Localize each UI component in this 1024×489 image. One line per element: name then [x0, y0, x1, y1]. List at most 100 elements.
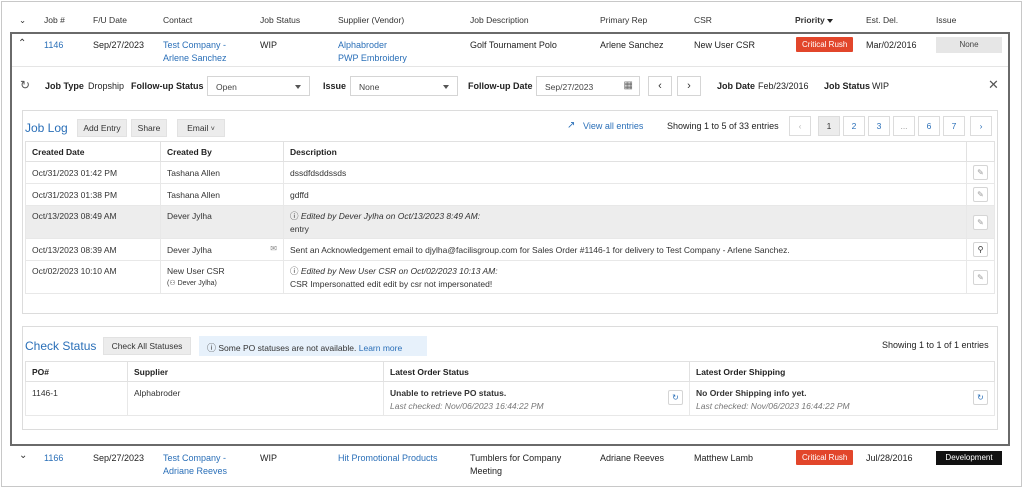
table-row: Oct/02/2023 10:10 AM New User CSR (⚇ Dev…: [25, 260, 995, 294]
refresh-status-icon[interactable]: ↻: [668, 390, 683, 405]
col-fu-date[interactable]: F/U Date: [93, 15, 127, 25]
job-log-table: Created Date Created By Description Oct/…: [25, 141, 995, 294]
job-supplier-link[interactable]: Hit Promotional Products: [338, 453, 438, 463]
search-icon[interactable]: ⚲: [973, 242, 988, 257]
th-created-by[interactable]: Created By: [160, 141, 284, 162]
add-entry-button[interactable]: Add Entry: [77, 119, 127, 137]
entries-count: Showing 1 to 5 of 33 entries: [667, 121, 779, 131]
log-by: Dever Jylha: [160, 205, 284, 239]
table-row: 1146-1 Alphabroder Unable to retrieve PO…: [25, 381, 995, 416]
th-description[interactable]: Description: [283, 141, 967, 162]
job-contact-link-2[interactable]: Arlene Sanchez: [163, 53, 227, 63]
email-icon: ✉: [270, 244, 277, 253]
followup-status-label: Follow-up Status: [131, 81, 204, 91]
pencil-icon[interactable]: ✎: [973, 214, 988, 230]
sort-chevron-icon[interactable]: ⌄: [19, 15, 26, 26]
issue-label: Issue: [323, 81, 347, 91]
page-prev-button[interactable]: ‹: [789, 116, 811, 136]
followup-date-value: Sep/27/2023: [545, 82, 594, 92]
refresh-icon[interactable]: ↻: [20, 78, 30, 92]
col-priority[interactable]: Priority: [795, 15, 825, 25]
issue-badge: Development: [936, 451, 1002, 465]
notice-text: Some PO statuses are not available.: [218, 343, 357, 353]
job-description: Golf Tournament Polo: [470, 40, 557, 50]
page-6-button[interactable]: 6: [918, 116, 940, 136]
job-status-label: Job Status: [824, 81, 871, 91]
issue-select[interactable]: None: [350, 76, 458, 96]
page-next-button[interactable]: ›: [970, 116, 992, 136]
col-contact[interactable]: Contact: [163, 15, 192, 25]
issue-value: None: [359, 82, 380, 92]
job-supplier-link[interactable]: Alphabroder: [338, 40, 387, 50]
log-date: Oct/13/2023 08:39 AM: [25, 238, 161, 261]
table-row: Oct/13/2023 08:39 AM Dever Jylha ✉ Sent …: [25, 238, 995, 261]
chevron-down-icon: ˅: [210, 126, 215, 133]
col-primary-rep[interactable]: Primary Rep: [600, 15, 647, 25]
th-order-shipping[interactable]: Latest Order Shipping: [689, 361, 995, 382]
check-all-statuses-button[interactable]: Check All Statuses: [103, 337, 191, 355]
learn-more-link[interactable]: Learn more: [359, 343, 402, 353]
log-date: Oct/31/2023 01:38 PM: [25, 183, 161, 206]
chevron-down-icon: [295, 85, 301, 89]
email-button[interactable]: Email ˅: [177, 119, 225, 137]
close-icon[interactable]: ✕: [988, 77, 999, 93]
th-created-date[interactable]: Created Date: [25, 141, 161, 162]
pencil-icon[interactable]: ✎: [973, 165, 988, 180]
job-type-value: Dropship: [88, 81, 125, 91]
job-contact-link[interactable]: Test Company -: [163, 453, 226, 463]
followup-status-select[interactable]: Open: [207, 76, 310, 96]
page-7-button[interactable]: 7: [943, 116, 965, 136]
page-3-button[interactable]: 3: [868, 116, 890, 136]
page-ellipsis: ...: [893, 116, 915, 136]
share-button[interactable]: Share: [131, 119, 167, 137]
col-job-num[interactable]: Job #: [44, 15, 65, 25]
log-by-cell: New User CSR (⚇ Dever Jylha): [160, 260, 284, 294]
po-number-link[interactable]: 1146-1: [25, 381, 128, 416]
job-number-link[interactable]: 1146: [44, 40, 63, 50]
col-csr[interactable]: CSR: [694, 15, 712, 25]
job-contact-link-2[interactable]: Adriane Reeves: [163, 466, 227, 476]
col-description[interactable]: Job Description: [470, 15, 529, 25]
followup-date-label: Follow-up Date: [468, 81, 533, 91]
log-desc: Sent an Acknowledgement email to djylha@…: [283, 238, 967, 261]
email-label: Email: [187, 123, 209, 133]
job-status: WIP: [260, 453, 277, 463]
priority-badge: Critical Rush: [796, 450, 854, 465]
col-supplier[interactable]: Supplier (Vendor): [338, 15, 404, 25]
job-primary-rep: Adriane Reeves: [600, 453, 665, 463]
th-supplier[interactable]: Supplier: [127, 361, 384, 382]
th-po[interactable]: PO#: [25, 361, 128, 382]
col-est-del[interactable]: Est. Del.: [866, 15, 898, 25]
priority-badge: Critical Rush: [796, 37, 854, 52]
job-log-panel: Job Log Add Entry Share Email ˅ ↗ View a…: [22, 110, 998, 314]
followup-date-input[interactable]: Sep/27/2023 ▦: [536, 76, 640, 96]
job-date-value: Feb/23/2016: [758, 81, 809, 91]
job-est-del: Mar/02/2016: [866, 40, 917, 50]
log-desc: gdffd: [283, 183, 967, 206]
th-order-status[interactable]: Latest Order Status: [383, 361, 690, 382]
prev-date-button[interactable]: ‹: [648, 76, 672, 96]
refresh-shipping-icon[interactable]: ↻: [973, 390, 988, 405]
collapse-chevron-icon[interactable]: ⌃: [18, 38, 26, 49]
job-number-link[interactable]: 1166: [44, 453, 63, 463]
expand-chevron-icon[interactable]: ⌄: [19, 450, 27, 461]
calendar-icon[interactable]: ▦: [624, 80, 633, 91]
pencil-icon[interactable]: ✎: [973, 269, 988, 285]
job-contact-link[interactable]: Test Company -: [163, 40, 226, 50]
page-2-button[interactable]: 2: [843, 116, 865, 136]
po-status-text: Unable to retrieve PO status.: [390, 388, 507, 398]
pencil-icon[interactable]: ✎: [973, 187, 988, 202]
external-link-icon[interactable]: ↗: [567, 120, 575, 131]
job-log-title: Job Log: [25, 121, 68, 135]
col-job-status[interactable]: Job Status: [260, 15, 300, 25]
check-status-table: PO# Supplier Latest Order Status Latest …: [25, 361, 995, 416]
po-supplier-link[interactable]: Alphabroder: [127, 381, 384, 416]
table-row: Oct/31/2023 01:42 PM Tashana Allen dssdf…: [25, 161, 995, 184]
next-date-button[interactable]: ›: [677, 76, 701, 96]
po-shipping-text: No Order Shipping info yet.: [696, 388, 807, 398]
col-issue[interactable]: Issue: [936, 15, 956, 25]
job-supplier-link-2[interactable]: PWP Embroidery: [338, 53, 407, 63]
view-all-entries-link[interactable]: View all entries: [583, 121, 643, 131]
page-1-button[interactable]: 1: [818, 116, 840, 136]
job-status: WIP: [260, 40, 277, 50]
